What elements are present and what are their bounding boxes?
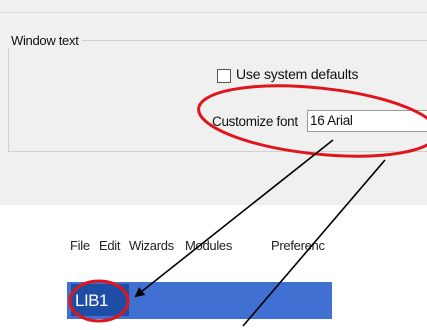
highlight-ellipse-font-field [197, 84, 427, 158]
arrow-to-doc-tab [134, 139, 334, 298]
highlight-ellipse-doc-tab [68, 279, 130, 323]
arrow-to-doc-body [242, 159, 386, 327]
annotation-overlay [68, 84, 427, 327]
